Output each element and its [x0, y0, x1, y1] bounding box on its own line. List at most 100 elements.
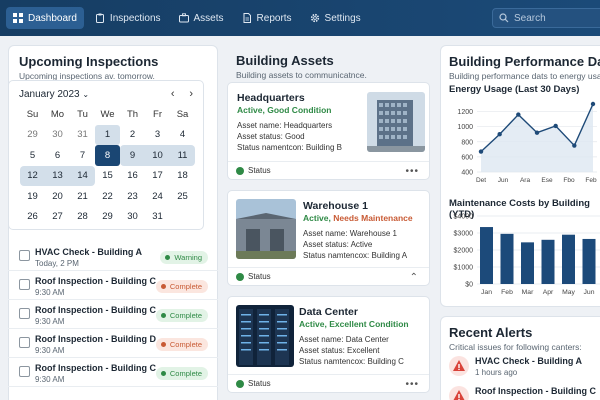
bar [541, 239, 555, 284]
inspections-title: Upcoming Inspections [19, 54, 159, 69]
asset-detail: Asset name: Headquarters [237, 121, 333, 130]
inspection-item[interactable]: HVAC Check - Building A Today, 2 PM Warnin… [8, 242, 218, 271]
y-tick-label: 1000 [457, 124, 473, 131]
checkbox[interactable] [19, 337, 30, 348]
calendar-day[interactable]: 8 [95, 145, 120, 166]
checkbox[interactable] [19, 250, 30, 261]
calendar-day[interactable]: 4 [170, 125, 195, 146]
x-tick-label: Det [476, 177, 486, 184]
nav-reports[interactable]: Reports [235, 7, 299, 29]
checkbox[interactable] [19, 308, 30, 319]
building-photo [367, 92, 425, 152]
inspection-item[interactable]: Roof Inspection - Building C 9:30 AM Compl… [8, 300, 218, 329]
asset-card-headquarters[interactable]: Headquarters Active, Good Condition Asse… [227, 82, 430, 180]
status-badge: Complete [155, 309, 208, 322]
asset-card-data-center[interactable]: Data Center Active, Excellent Condition … [227, 296, 430, 393]
server-room-photo [236, 305, 294, 367]
calendar-weekday: Th [126, 108, 139, 120]
calendar-day[interactable]: 31 [70, 125, 95, 146]
calendar-day[interactable]: 10 [145, 145, 170, 166]
calendar-day[interactable]: 19 [20, 186, 45, 207]
inspection-time: Today, 2 PM [35, 259, 79, 268]
calendar-day[interactable]: 16 [120, 166, 145, 187]
alerts-title: Recent Alerts [449, 325, 533, 340]
warning-icon [449, 356, 469, 376]
calendar-day[interactable]: 27 [45, 207, 70, 228]
calendar-day[interactable]: 31 [145, 207, 170, 228]
asset-name: Warehouse 1 [303, 200, 368, 212]
calendar-day[interactable]: 20 [45, 186, 70, 207]
calendar-day[interactable]: 6 [45, 145, 70, 166]
calendar-day[interactable]: 30 [45, 125, 70, 146]
y-tick-label: $0 [465, 282, 473, 289]
inspection-item[interactable]: Roof Inspection - Building C 9:30 AM Compl… [8, 358, 218, 387]
inspection-item[interactable]: Roof Inspection - Building D 9:30 AM Compl… [8, 329, 218, 358]
calendar-month-select[interactable]: January 2023 ⌄ [19, 89, 89, 100]
nav-label: Settings [324, 12, 361, 24]
nav-inspections[interactable]: Inspections [88, 7, 168, 29]
calendar-day[interactable]: 15 [95, 166, 120, 187]
calendar-day[interactable]: 5 [20, 145, 45, 166]
calendar-day[interactable]: 9 [120, 145, 145, 166]
nav-assets[interactable]: Assets [172, 7, 231, 29]
search-input[interactable]: Search [492, 8, 600, 28]
search-placeholder: Search [514, 12, 546, 24]
warning-icon [449, 386, 469, 400]
asset-card-warehouse[interactable]: Warehouse 1 Active, Needs Maintenance As… [227, 190, 430, 286]
calendar-day[interactable]: 29 [95, 207, 120, 228]
asset-detail: Asset status: Active [303, 240, 373, 249]
calendar-day[interactable]: 11 [170, 145, 195, 166]
asset-detail: Status namtencox: Building A [303, 251, 408, 260]
calendar-day[interactable]: 21 [70, 186, 95, 207]
inspection-item[interactable]: Roof Inspection - Building C 9:30 AM Compl… [8, 271, 218, 300]
more-options-button[interactable]: ••• [405, 379, 419, 390]
calendar-day[interactable]: 26 [20, 207, 45, 228]
nav-label: Dashboard [28, 12, 77, 24]
alert-item[interactable]: HVAC Check - Building A 1 hours ago [449, 354, 600, 382]
calendar-day[interactable]: 1 [95, 124, 120, 145]
x-tick-label: Feb [585, 177, 597, 184]
inspection-time: 9:30 AM [35, 288, 65, 297]
nav-settings[interactable]: Settings [303, 7, 368, 29]
calendar-day[interactable]: 18 [170, 166, 195, 187]
nav-dashboard[interactable]: Dashboard [6, 7, 84, 29]
calendar-day[interactable]: 25 [170, 186, 195, 207]
calendar-prev-button[interactable]: ‹ [171, 88, 175, 100]
calendar-next-button[interactable]: › [189, 88, 193, 100]
asset-footer: Status ••• [228, 374, 429, 392]
asset-footer: Status ••• [228, 161, 429, 179]
bar [582, 238, 596, 284]
chevron-down-icon: ⌄ [82, 89, 90, 99]
nav-label: Reports [256, 12, 292, 24]
asset-footer: Status ⌃ [228, 267, 429, 285]
calendar-day[interactable]: 14 [70, 165, 95, 186]
inspection-title: HVAC Check - Building A [35, 247, 143, 257]
calendar-day[interactable]: 3 [145, 125, 170, 146]
checkbox[interactable] [19, 366, 30, 377]
calendar-day[interactable]: 12 [20, 165, 45, 186]
calendar-day[interactable]: 2 [120, 125, 145, 146]
calendar-day[interactable]: 23 [120, 186, 145, 207]
asset-detail: Status namtencox: Building C [299, 357, 404, 366]
energy-usage-chart: 1200 1000 800 600 400Det Jun Ara Ese Fbo Feb [457, 101, 597, 184]
calendar-day[interactable]: 28 [70, 207, 95, 228]
data-point [553, 123, 558, 129]
data-point [590, 101, 596, 107]
collapse-button[interactable]: ⌃ [410, 272, 419, 283]
asset-detail: Asset name: Data Center [299, 335, 389, 344]
alert-item[interactable]: Roof Inspection - Building C [449, 384, 600, 400]
x-tick-label: Jun [498, 177, 509, 184]
asset-detail: Status namentcon: Building B [237, 143, 342, 152]
calendar-day[interactable]: 22 [95, 186, 120, 207]
check-circle-icon [236, 272, 244, 281]
calendar-day[interactable]: 24 [145, 186, 170, 207]
asset-status: Active, Needs Maintenance [303, 213, 413, 223]
calendar-day[interactable]: 17 [145, 166, 170, 187]
calendar-day[interactable]: 13 [45, 165, 70, 186]
checkbox[interactable] [19, 279, 30, 290]
calendar-day[interactable]: 29 [20, 125, 45, 146]
assets-title: Building Assets [236, 53, 334, 68]
calendar-day[interactable]: 7 [70, 145, 95, 166]
calendar-day[interactable]: 30 [120, 207, 145, 228]
more-options-button[interactable]: ••• [405, 166, 419, 177]
